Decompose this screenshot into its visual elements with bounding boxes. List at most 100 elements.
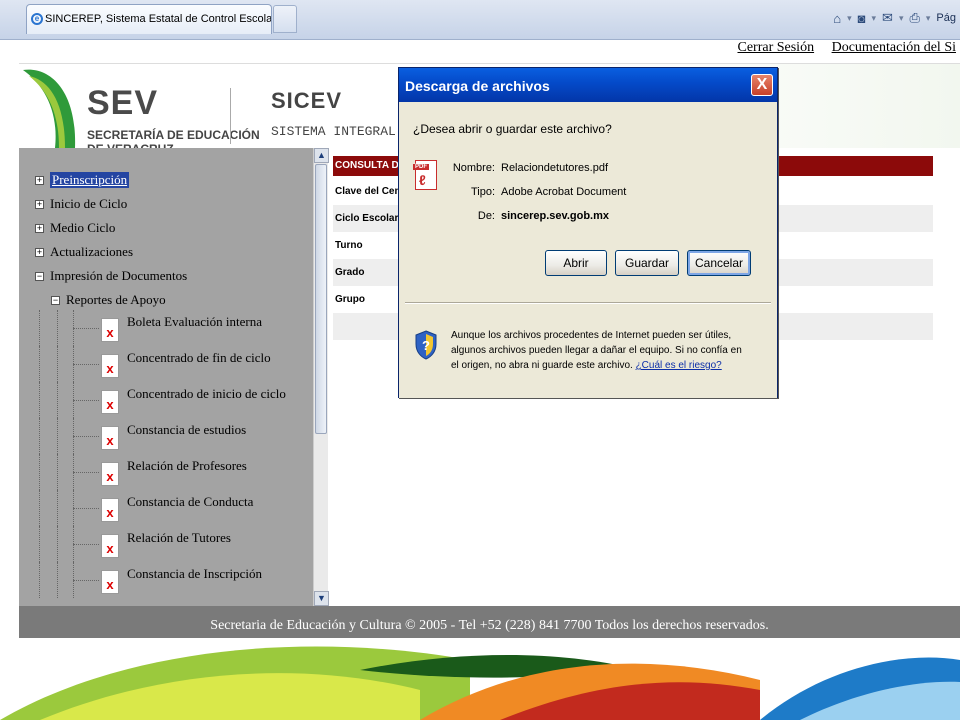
tree-item-actualizaciones[interactable]: + Actualizaciones xyxy=(35,242,133,262)
sidebar-scrollbar[interactable]: ▲ ▼ xyxy=(313,148,329,606)
mail-icon[interactable]: ✉ xyxy=(882,10,893,26)
report-item-constancia-estudios[interactable]: x Constancia de estudios xyxy=(39,418,313,454)
sicev-subtitle: SISTEMA INTEGRAL DE xyxy=(271,124,420,139)
dialog-question: ¿Desea abrir o guardar este archivo? xyxy=(413,122,612,136)
report-item-relacion-tutores[interactable]: x Relación de Tutores xyxy=(39,526,313,562)
collapse-icon[interactable]: − xyxy=(51,295,60,305)
home-icon[interactable]: ⌂ xyxy=(833,11,841,26)
warning-line-3: el origen, no abra ni guarde este archiv… xyxy=(451,360,633,371)
decorative-swoosh xyxy=(0,646,960,720)
file-name-label: Nombre: xyxy=(452,162,495,174)
sev-subtitle-1: SECRETARÍA DE EDUCACIÓN xyxy=(87,128,260,142)
dialog-separator xyxy=(405,302,771,304)
risk-link[interactable]: ¿Cuál es el riesgo? xyxy=(636,360,722,371)
tree-item-impresion-de-documentos[interactable]: − Impresión de Documentos xyxy=(35,266,187,286)
dropdown-arrow-icon[interactable]: ▾ xyxy=(847,13,852,24)
expand-icon[interactable]: + xyxy=(35,223,44,233)
tree-item-preinscripcion[interactable]: + Preinscripción xyxy=(35,170,130,190)
report-label[interactable]: Concentrado de fin de ciclo xyxy=(127,350,271,366)
svg-text:?: ? xyxy=(422,338,430,353)
tree-guide xyxy=(57,382,58,418)
dialog-titlebar[interactable]: Descarga de archivos X xyxy=(399,68,777,102)
close-icon[interactable]: X xyxy=(751,74,773,96)
new-tab-button[interactable] xyxy=(273,5,297,33)
scroll-up-icon[interactable]: ▲ xyxy=(314,148,329,163)
sicev-title: SICEV xyxy=(271,88,343,113)
expand-icon[interactable]: + xyxy=(35,175,44,185)
tree-guide xyxy=(57,310,58,346)
broken-image-icon: x xyxy=(101,390,119,414)
print-icon[interactable]: ⎙ xyxy=(909,10,919,26)
tree-item-reportes-de-apoyo[interactable]: − Reportes de Apoyo xyxy=(51,290,166,310)
broken-image-icon: x xyxy=(101,570,119,594)
report-label[interactable]: Constancia de Conducta xyxy=(127,494,253,510)
dropdown-arrow-icon[interactable]: ▾ xyxy=(926,13,931,24)
tree-item-inicio-de-ciclo[interactable]: + Inicio de Ciclo xyxy=(35,194,127,214)
report-label[interactable]: Constancia de Inscripción xyxy=(127,566,262,582)
scroll-down-icon[interactable]: ▼ xyxy=(314,591,329,606)
report-item-relacion-profesores[interactable]: x Relación de Profesores xyxy=(39,454,313,490)
warning-line-3-row: el origen, no abra ni guarde este archiv… xyxy=(451,358,767,373)
top-links: Cerrar Sesión Documentación del Si xyxy=(19,40,960,64)
report-label[interactable]: Concentrado de inicio de ciclo xyxy=(127,386,286,402)
tree-guide xyxy=(57,526,58,562)
open-button[interactable]: Abrir xyxy=(545,250,607,276)
tree-item-label[interactable]: Inicio de Ciclo xyxy=(50,196,127,212)
logout-link[interactable]: Cerrar Sesión xyxy=(737,40,814,55)
expand-icon[interactable]: + xyxy=(35,247,44,257)
expand-icon[interactable]: + xyxy=(35,199,44,209)
file-source-value: sincerep.sev.gob.mx xyxy=(501,210,610,222)
feeds-icon[interactable]: ◙ xyxy=(858,11,866,26)
report-label[interactable]: Relación de Tutores xyxy=(127,530,231,546)
save-button[interactable]: Guardar xyxy=(615,250,679,276)
file-source-label: De: xyxy=(477,210,495,222)
sidebar-menu: + Preinscripción + Inicio de Ciclo + Med… xyxy=(19,148,313,606)
tree-item-label[interactable]: Impresión de Documentos xyxy=(50,268,187,284)
tree-item-medio-ciclo[interactable]: + Medio Ciclo xyxy=(35,218,115,238)
tree-guide xyxy=(73,400,99,401)
dropdown-arrow-icon[interactable]: ▾ xyxy=(872,13,877,24)
file-type-value: Adobe Acrobat Document xyxy=(501,186,627,198)
browser-tab-active[interactable]: e SINCEREP, Sistema Estatal de Control E… xyxy=(26,4,272,34)
shield-question-icon: ? xyxy=(415,330,437,360)
page-menu[interactable]: Pág xyxy=(936,12,956,24)
report-item-constancia-inscripcion[interactable]: x Constancia de Inscripción xyxy=(39,562,313,598)
dialog-title: Descarga de archivos xyxy=(405,78,550,94)
security-warning: Aunque los archivos procedentes de Inter… xyxy=(451,328,767,373)
tree-guide xyxy=(73,436,99,437)
broken-image-icon: x xyxy=(101,462,119,486)
report-item-concentrado-inicio[interactable]: x Concentrado de inicio de ciclo xyxy=(39,382,313,418)
file-source-row: De: sincerep.sev.gob.mx xyxy=(433,210,609,222)
report-item-constancia-conducta[interactable]: x Constancia de Conducta xyxy=(39,490,313,526)
file-name-value: Relaciondetutores.pdf xyxy=(501,162,609,174)
tree-guide xyxy=(73,328,99,329)
report-item-boleta[interactable]: x Boleta Evaluación interna xyxy=(39,310,313,346)
broken-image-icon: x xyxy=(101,498,119,522)
tree-guide xyxy=(57,346,58,382)
tree-item-label[interactable]: Preinscripción xyxy=(50,172,130,188)
report-item-concentrado-fin[interactable]: x Concentrado de fin de ciclo xyxy=(39,346,313,382)
tree-item-label[interactable]: Medio Ciclo xyxy=(50,220,115,236)
ie-logo-icon: e xyxy=(31,13,43,25)
tree-item-label[interactable]: Actualizaciones xyxy=(50,244,133,260)
sev-logo-text: SEV xyxy=(87,84,159,122)
cancel-button[interactable]: Cancelar xyxy=(687,250,751,276)
report-label[interactable]: Relación de Profesores xyxy=(127,458,247,474)
broken-image-icon: x xyxy=(101,426,119,450)
tree-item-label[interactable]: Reportes de Apoyo xyxy=(66,292,166,308)
tree-guide xyxy=(57,454,58,490)
tree-guide xyxy=(57,490,58,526)
tree-guide xyxy=(73,364,99,365)
tree-guide xyxy=(57,562,58,598)
tree-guide xyxy=(73,544,99,545)
file-type-row: Tipo: Adobe Acrobat Document xyxy=(433,186,626,198)
documentation-link[interactable]: Documentación del Si xyxy=(832,40,956,55)
collapse-icon[interactable]: − xyxy=(35,271,44,281)
scrollbar-thumb[interactable] xyxy=(315,164,327,434)
warning-line-2: algunos archivos pueden llegar a dañar e… xyxy=(451,345,742,356)
report-label[interactable]: Boleta Evaluación interna xyxy=(127,314,262,330)
tree-guide xyxy=(57,418,58,454)
dropdown-arrow-icon[interactable]: ▾ xyxy=(899,13,904,24)
report-label[interactable]: Constancia de estudios xyxy=(127,422,246,438)
banner-divider xyxy=(230,88,231,144)
